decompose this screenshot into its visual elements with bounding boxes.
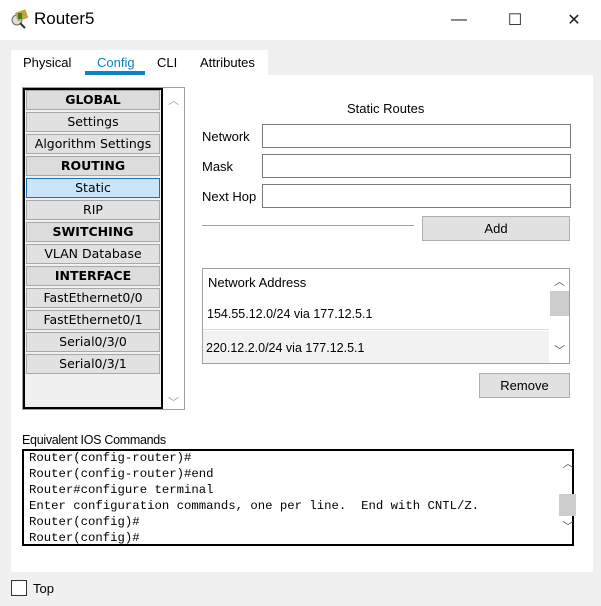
ios-commands-output[interactable]: Router(config-router)# Router(config-rout… [22, 449, 577, 546]
network-label: Network [202, 129, 250, 144]
scroll-down-icon[interactable]: ﹀ [163, 394, 184, 410]
sidebar-item-algorithm-settings[interactable]: Algorithm Settings [26, 134, 160, 154]
sidebar-item-fastethernet0-0[interactable]: FastEthernet0/0 [26, 288, 160, 308]
remove-button[interactable]: Remove [479, 373, 570, 398]
sidebar-item-switching: SWITCHING [26, 222, 160, 242]
separator [202, 225, 414, 226]
sidebar-item-vlan-database[interactable]: VLAN Database [26, 244, 160, 264]
mask-input[interactable] [262, 154, 571, 178]
maximize-button[interactable]: ☐ [492, 6, 538, 34]
static-routes-title: Static Routes [347, 101, 425, 116]
add-button[interactable]: Add [422, 216, 570, 241]
list-item[interactable]: 154.55.12.0/24 via 177.12.5.1 [203, 297, 549, 330]
scroll-up-icon[interactable]: ︿ [549, 273, 570, 289]
sidebar-item-interface: INTERFACE [26, 266, 160, 286]
minimize-button[interactable]: — [436, 6, 482, 34]
scroll-down-icon[interactable]: ﹀ [549, 342, 570, 358]
scroll-down-icon[interactable]: ﹀ [559, 518, 577, 534]
active-tab-indicator [85, 71, 145, 75]
sidebar-scrollbar[interactable]: ︿ ﹀ [163, 88, 184, 409]
scroll-thumb[interactable] [550, 291, 569, 316]
close-button[interactable]: ✕ [551, 6, 597, 34]
sidebar-item-serial0-3-1[interactable]: Serial0/3/1 [26, 354, 160, 374]
scroll-thumb[interactable] [559, 494, 576, 516]
ios-command-line: Router(config-router)#end [29, 467, 214, 481]
list-header: Network Address [208, 275, 307, 290]
sidebar-item-fastethernet0-1[interactable]: FastEthernet0/1 [26, 310, 160, 330]
list-scrollbar[interactable]: ︿ ﹀ [549, 269, 570, 363]
tab-attributes[interactable]: Attributes [200, 55, 255, 70]
next-hop-label: Next Hop [202, 189, 257, 204]
ios-command-line: Router(config-router)# [29, 451, 192, 465]
sidebar-item-serial0-3-0[interactable]: Serial0/3/0 [26, 332, 160, 352]
ios-commands-label: Equivalent IOS Commands [22, 433, 166, 447]
next-hop-input[interactable] [262, 184, 571, 208]
scroll-up-icon[interactable]: ︿ [163, 92, 184, 108]
sidebar-item-routing: ROUTING [26, 156, 160, 176]
ios-command-line: Router(config)# [29, 531, 140, 545]
scroll-up-icon[interactable]: ︿ [559, 455, 577, 471]
tab-config[interactable]: Config [97, 55, 135, 70]
sidebar-item-global: GLOBAL [26, 90, 160, 110]
top-checkbox[interactable] [11, 580, 27, 596]
top-label: Top [33, 581, 54, 596]
router-app-icon [10, 9, 30, 29]
sidebar-item-settings[interactable]: Settings [26, 112, 160, 132]
tab-physical[interactable]: Physical [23, 55, 71, 70]
window-title: Router5 [34, 9, 95, 28]
list-item[interactable]: 220.12.2.0/24 via 177.12.5.1 [203, 331, 549, 363]
ios-command-line: Router(config)# [29, 515, 140, 529]
ios-scrollbar[interactable]: ︿ ﹀ [559, 451, 577, 544]
sidebar-item-rip[interactable]: RIP [26, 200, 160, 220]
sidebar-item-static[interactable]: Static [26, 178, 160, 198]
ios-command-line: Enter configuration commands, one per li… [29, 499, 480, 513]
tab-cli[interactable]: CLI [157, 55, 177, 70]
routes-list: Network Address 154.55.12.0/24 via 177.1… [202, 268, 570, 364]
network-input[interactable] [262, 124, 571, 148]
ios-command-line: Router#configure terminal [29, 483, 214, 497]
mask-label: Mask [202, 159, 234, 174]
